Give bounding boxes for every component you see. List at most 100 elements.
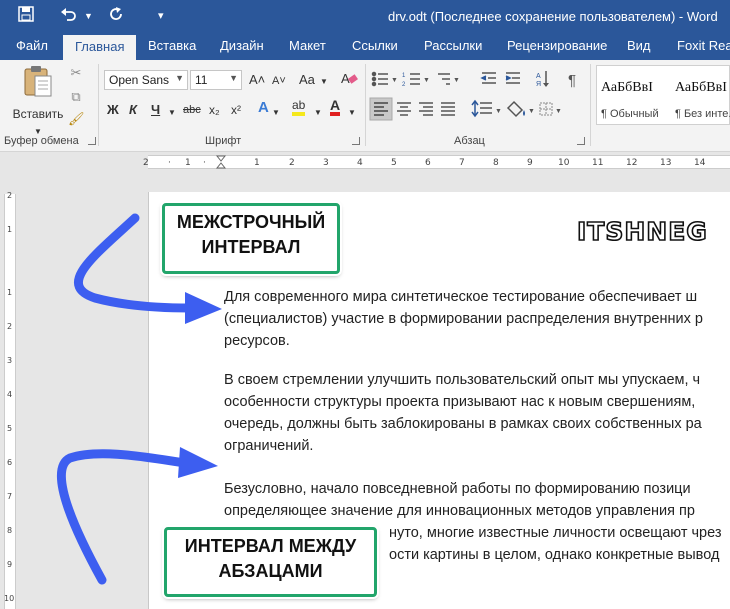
tab-design[interactable]: Дизайн: [220, 38, 264, 53]
format-painter-icon[interactable]: 🖌: [68, 110, 85, 128]
undo-dropdown-icon[interactable]: ▼: [84, 6, 93, 26]
svg-text:14: 14: [694, 158, 706, 168]
svg-text:2: 2: [7, 191, 12, 200]
highlight-button[interactable]: ab: [292, 98, 306, 116]
svg-text:Я: Я: [536, 81, 541, 88]
svg-text:2: 2: [289, 158, 295, 168]
style-sample: АаБбВвІ: [675, 80, 727, 95]
svg-text:9: 9: [7, 560, 12, 569]
redo-icon[interactable]: [108, 6, 124, 28]
font-launcher-icon[interactable]: [352, 137, 360, 145]
underline-button[interactable]: Ч: [151, 101, 160, 119]
strikethrough-button[interactable]: abc: [183, 101, 201, 119]
ribbon: Вставить ▼ ✂ ⧉ 🖌 Буфер обмена Open Sans ▼…: [0, 60, 730, 152]
grow-font-button[interactable]: A˄: [249, 71, 265, 89]
paragraph-group-label: Абзац: [454, 135, 485, 147]
font-size-value: 11: [195, 73, 208, 87]
ribbon-tabs: Файл Главная Вставка Дизайн Макет Ссылки…: [0, 33, 730, 60]
svg-text:12: 12: [626, 158, 637, 168]
clipboard-launcher-icon[interactable]: [88, 137, 96, 145]
tab-home[interactable]: Главная: [63, 35, 137, 60]
chevron-down-icon: ▼: [175, 73, 184, 83]
tab-mailings[interactable]: Рассылки: [424, 38, 482, 53]
svg-text:А: А: [536, 73, 541, 80]
svg-text:9: 9: [527, 158, 533, 168]
svg-text:8: 8: [493, 158, 499, 168]
paragraph-tools: ▼ 12 ▼ ▼ АЯ ¶ ▼ ▼ ▼: [369, 71, 576, 121]
text-line: определяющее значение для инновационных …: [224, 503, 695, 519]
svg-text:1: 1: [254, 158, 260, 168]
chevron-down-icon[interactable]: ▼: [348, 104, 356, 122]
font-size-combo[interactable]: 11 ▼: [190, 70, 242, 90]
font-name-combo[interactable]: Open Sans ▼: [104, 70, 188, 90]
svg-text:▼: ▼: [391, 77, 398, 84]
svg-text:3: 3: [7, 356, 12, 365]
callout-text: АБЗАЦАМИ: [218, 561, 323, 581]
tab-review[interactable]: Рецензирование: [507, 38, 607, 53]
tab-foxit-reader[interactable]: Foxit Read: [677, 38, 730, 53]
text-line: ограничений.: [224, 438, 314, 454]
undo-icon[interactable]: [60, 6, 78, 28]
tab-view[interactable]: Вид: [627, 38, 651, 53]
sort-icon: АЯ: [536, 71, 549, 88]
svg-text:8: 8: [7, 526, 12, 535]
style-normal[interactable]: АаБбВвІ ¶ Обычный: [597, 66, 669, 124]
style-sample: АаБбВвІ: [601, 80, 653, 95]
svg-text:2: 2: [7, 322, 12, 331]
text-effects-button[interactable]: A: [258, 99, 269, 117]
chevron-down-icon[interactable]: ▼: [272, 104, 280, 122]
change-case-button[interactable]: Aa: [299, 71, 315, 89]
paragraph-launcher-icon[interactable]: [577, 137, 585, 145]
bold-button[interactable]: Ж: [107, 101, 119, 119]
callout-text: МЕЖСТРОЧНЫЙ: [176, 212, 326, 232]
subscript-button[interactable]: x₂: [209, 101, 220, 119]
pilcrow-icon: ¶: [568, 72, 576, 89]
svg-text:4: 4: [357, 158, 363, 168]
vertical-ruler[interactable]: 2 1 1 2 3 4 5 6 7 8 9 10: [0, 172, 20, 609]
svg-text:7: 7: [7, 492, 12, 501]
italic-button[interactable]: К: [129, 101, 137, 119]
svg-text:6: 6: [425, 158, 431, 168]
svg-text:10: 10: [558, 158, 570, 168]
svg-text:11: 11: [592, 158, 603, 168]
clear-formatting-icon[interactable]: A: [340, 70, 358, 91]
horizontal-ruler[interactable]: 2 · 1 · 1234 5678 9 10 11 12 13 14: [0, 152, 730, 172]
customize-toolbar-icon[interactable]: ▾: [158, 6, 164, 26]
tab-file[interactable]: Файл: [16, 38, 48, 53]
chevron-down-icon[interactable]: ▼: [168, 104, 176, 122]
tab-references[interactable]: Ссылки: [352, 38, 398, 53]
cut-icon[interactable]: ✂: [68, 64, 84, 82]
document-title: drv.odt (Последнее сохранение пользовате…: [388, 9, 718, 24]
style-no-spacing[interactable]: АаБбВвІ ¶ Без инте...: [671, 66, 730, 124]
chevron-down-icon: ▼: [229, 73, 238, 83]
font-color-button[interactable]: A: [330, 98, 341, 116]
chevron-down-icon[interactable]: ▼: [320, 73, 328, 91]
svg-text:▼: ▼: [495, 108, 502, 115]
svg-text:1: 1: [402, 73, 406, 79]
svg-text:·: ·: [203, 158, 206, 168]
svg-text:7: 7: [459, 158, 465, 168]
svg-text:3: 3: [323, 158, 329, 168]
line-spacing-icon: [471, 99, 492, 118]
shrink-font-button[interactable]: A˅: [272, 72, 286, 90]
tab-layout[interactable]: Макет: [289, 38, 326, 53]
copy-icon[interactable]: ⧉: [68, 88, 84, 106]
site-logo: ITSHNEG: [576, 216, 708, 247]
tab-insert[interactable]: Вставка: [148, 38, 196, 53]
svg-text:▼: ▼: [528, 108, 535, 115]
svg-text:10: 10: [4, 594, 14, 603]
ruler-ticks: 2 · 1 · 1234 5678 9 10 11 12 13 14: [143, 155, 706, 169]
clipboard-icon: [24, 66, 52, 97]
title-bar: ▼ ▾ drv.odt (Последнее сохранение пользо…: [0, 0, 730, 33]
callout-paragraph-spacing: ИНТЕРВАЛ МЕЖДУ АБЗАЦАМИ: [164, 527, 377, 597]
svg-text:▼: ▼: [423, 77, 430, 84]
callout-line-spacing: МЕЖСТРОЧНЫЙ ИНТЕРВАЛ: [162, 203, 340, 274]
superscript-button[interactable]: x²: [231, 101, 241, 119]
paste-button[interactable]: Вставить ▼: [10, 64, 66, 141]
text-line: особенности структуры проекта призывают …: [224, 394, 696, 410]
svg-text:2: 2: [143, 158, 149, 168]
svg-text:5: 5: [391, 158, 397, 168]
svg-text:5: 5: [7, 424, 12, 433]
chevron-down-icon[interactable]: ▼: [314, 104, 322, 122]
save-icon[interactable]: [18, 6, 34, 28]
